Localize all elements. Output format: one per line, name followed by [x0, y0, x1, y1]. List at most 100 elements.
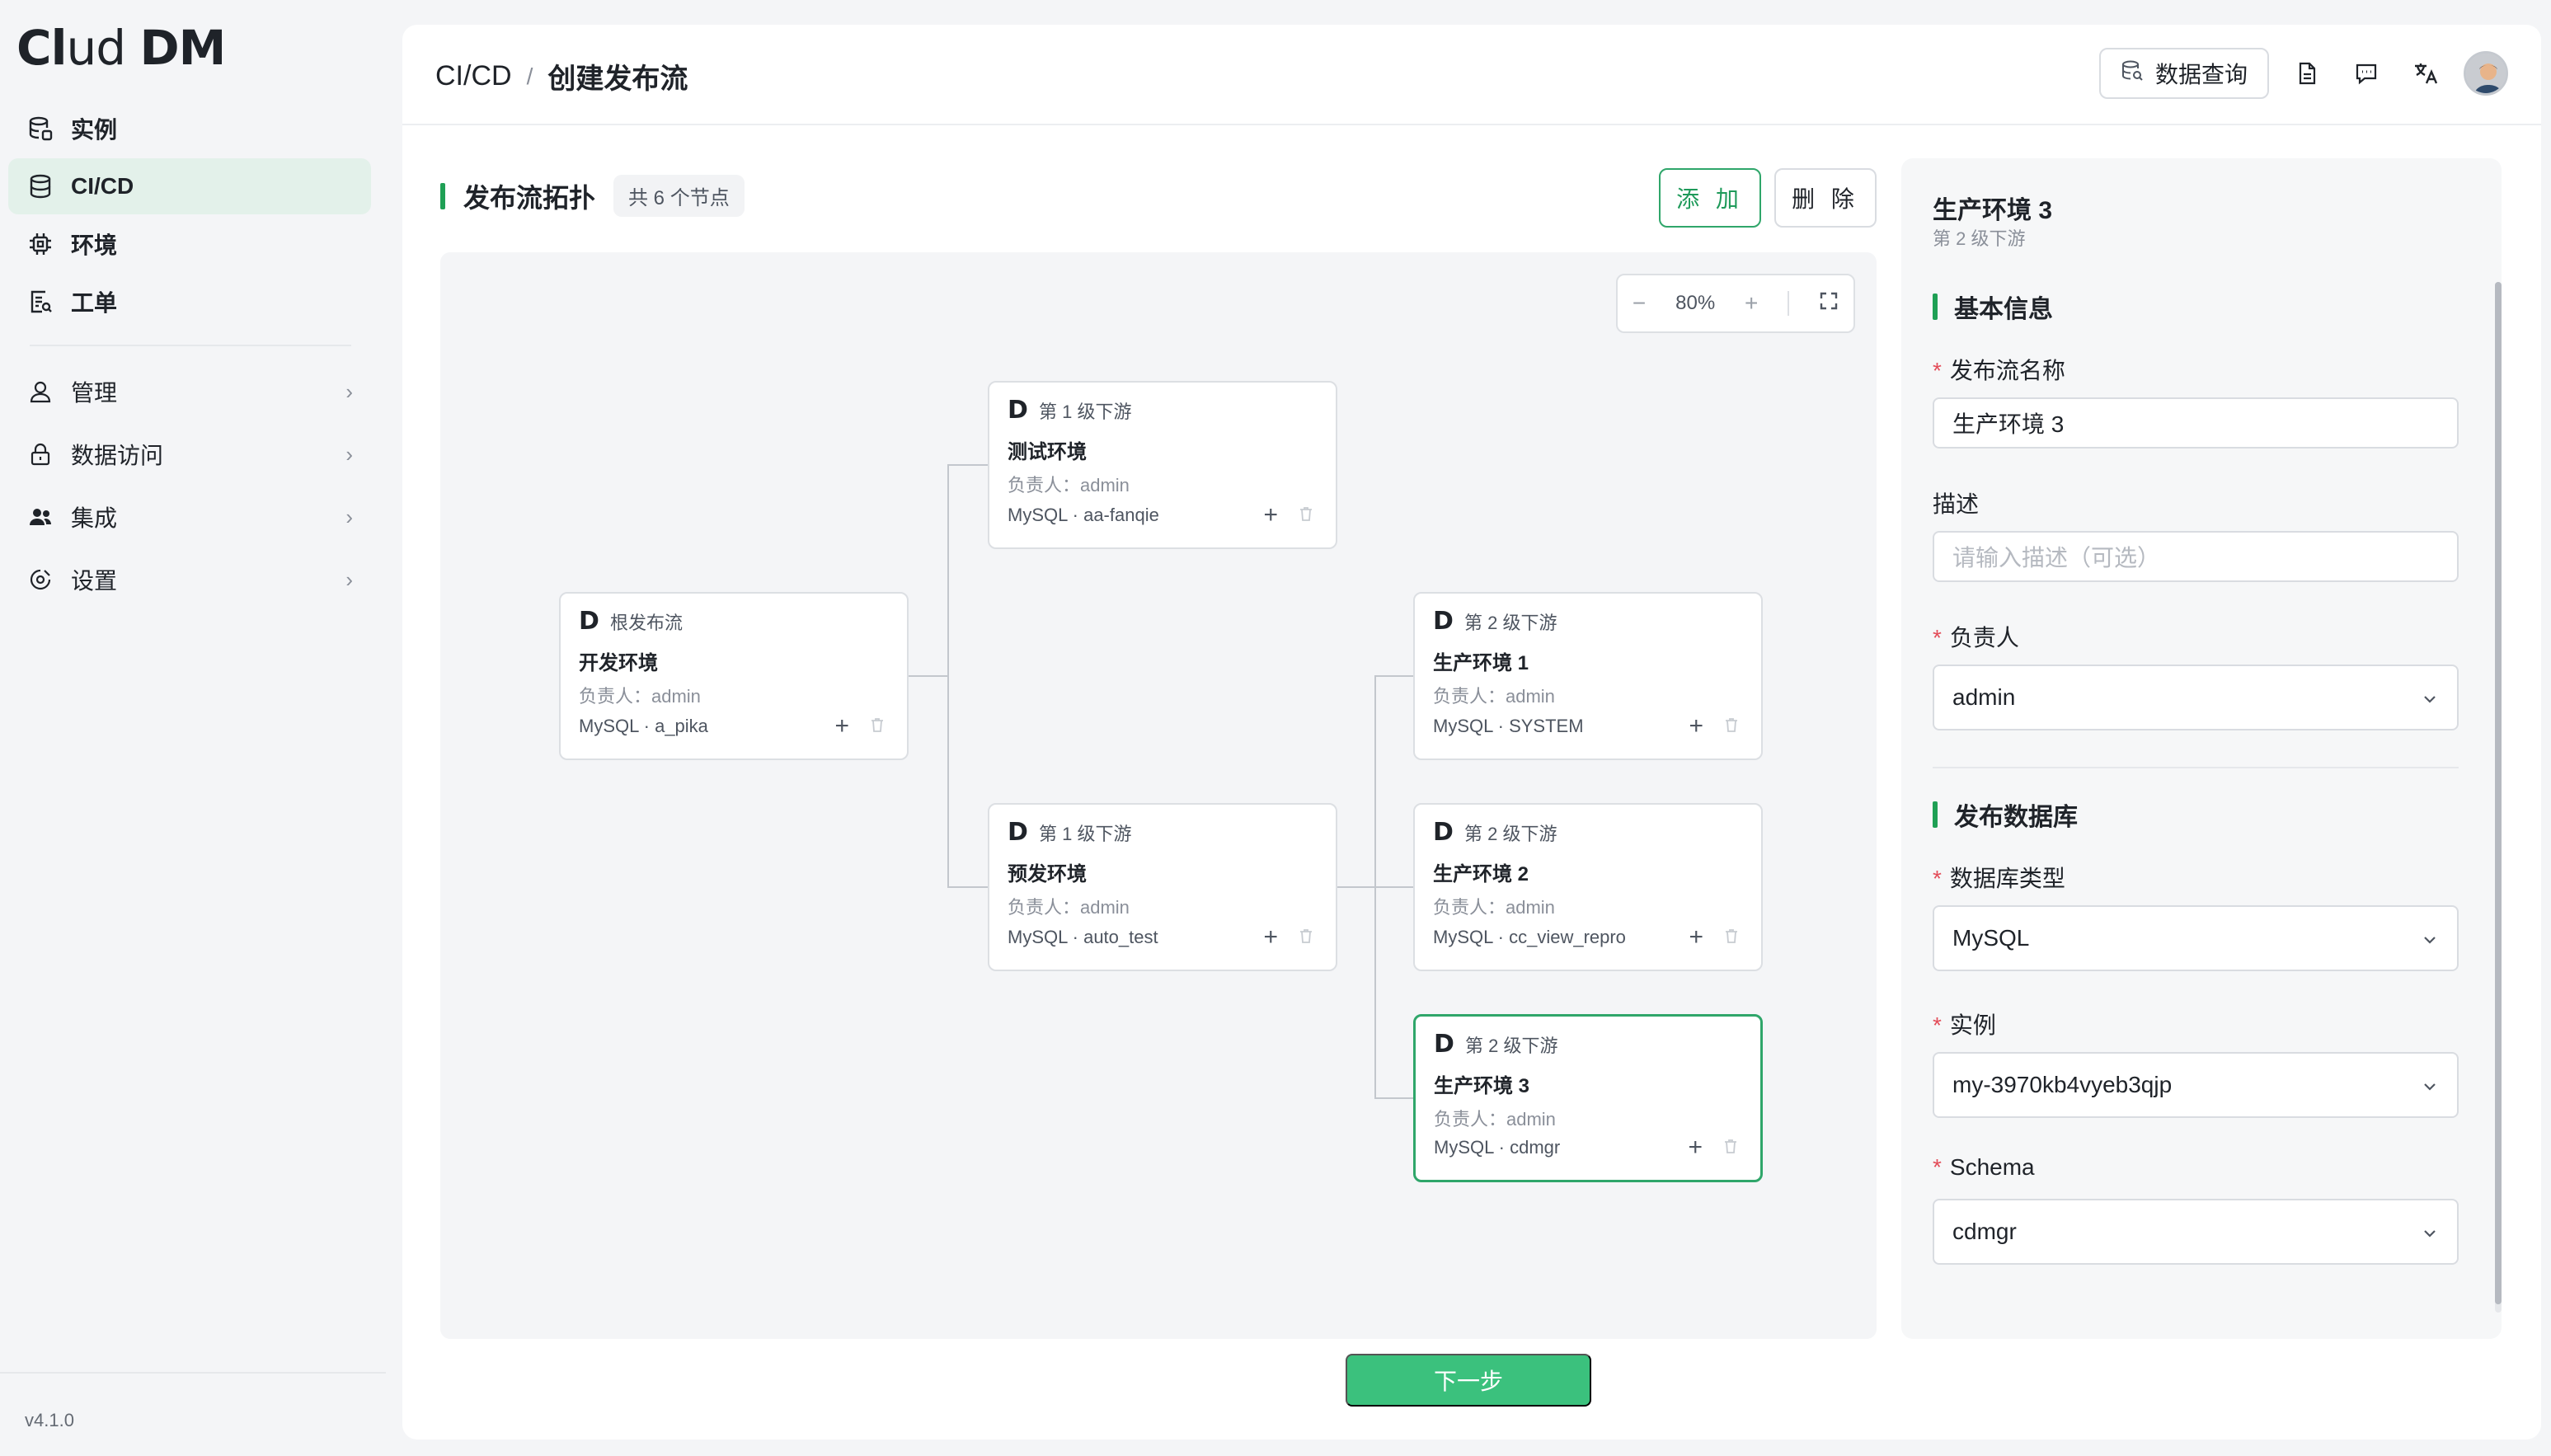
sidebar-item-environments[interactable]: 环境 [8, 216, 371, 272]
zoom-level: 80% [1675, 292, 1716, 314]
breadcrumb-separator: / [526, 63, 533, 89]
schema-select[interactable]: cdmgr [1933, 1199, 2459, 1265]
sidebar-item-tickets[interactable]: 工单 [8, 274, 371, 330]
app-logo[interactable]: Clud DM [16, 20, 226, 76]
node-owner: 负责人：admin [1433, 897, 1555, 918]
trash-icon[interactable] [871, 717, 884, 736]
translate-icon[interactable] [2404, 52, 2447, 95]
sidebar-item-cicd[interactable]: CI/CD [8, 158, 371, 214]
topology-canvas[interactable]: − 80% + D 根发布流 开发环境 负责人：admin MySQL · a_p… [440, 252, 1877, 1339]
app-version: v4.1.0 [0, 1372, 386, 1456]
node-detail-panel: 生产环境 3 第 2 级下游 基本信息 * 发布流名称 生产环境 3 描述 请输入… [1901, 158, 2502, 1339]
delete-node-button[interactable]: 删 除 [1774, 168, 1877, 228]
add-child-icon[interactable]: + [1689, 923, 1703, 951]
chip-icon [26, 230, 54, 258]
add-child-icon[interactable]: + [1263, 501, 1278, 529]
node-count-badge: 共 6 个节点 [613, 175, 745, 217]
node-name: 预发环境 [1008, 863, 1087, 885]
zoom-in-button[interactable]: + [1745, 290, 1758, 317]
lock-icon [26, 440, 54, 468]
schema-label: * Schema [1933, 1154, 2035, 1180]
section-divider [1933, 767, 2459, 768]
section-basic-info: 基本信息 [1933, 289, 2053, 325]
scrollbar-thumb[interactable] [2495, 282, 2502, 1304]
data-query-button[interactable]: 数据查询 [2098, 48, 2269, 99]
flow-node-staging[interactable]: D第 1 级下游 预发环境 负责人：admin MySQL · auto_tes… [988, 803, 1337, 971]
panel-subtitle: 第 2 级下游 [1933, 228, 2026, 249]
settings-icon [26, 566, 54, 594]
dm-logo-icon: D [1433, 607, 1454, 636]
dm-logo-icon: D [1433, 818, 1454, 847]
description-label: 描述 [1933, 491, 1980, 517]
topology-title: 发布流拓扑 [463, 182, 596, 213]
document-icon[interactable] [2286, 52, 2328, 95]
node-name: 生产环境 1 [1433, 652, 1529, 674]
team-icon [26, 503, 54, 531]
chevron-down-icon [2421, 925, 2439, 951]
sidebar-item-integrations[interactable]: 集成 › [8, 486, 371, 547]
node-owner: 负责人：admin [1008, 897, 1130, 918]
dm-logo-icon: D [1008, 396, 1028, 425]
avatar[interactable] [2464, 51, 2508, 96]
flow-node-test[interactable]: D第 1 级下游 测试环境 负责人：admin MySQL · aa-fanqi… [988, 381, 1337, 549]
node-owner: 负责人：admin [1434, 1109, 1556, 1130]
node-database: MySQL · SYSTEM [1433, 716, 1584, 736]
flow-name-input[interactable]: 生产环境 3 [1933, 397, 2459, 449]
sidebar-item-instances[interactable]: 实例 [8, 101, 371, 157]
db-type-select[interactable]: MySQL [1933, 905, 2459, 971]
node-database: MySQL · auto_test [1008, 927, 1158, 947]
section-accent-bar [1933, 294, 1938, 320]
chevron-down-icon [2421, 684, 2439, 711]
node-owner: 负责人：admin [579, 686, 701, 707]
user-icon [26, 378, 54, 406]
node-name: 测试环境 [1008, 441, 1087, 463]
section-accent-bar [1933, 801, 1938, 828]
flow-node-prod-2[interactable]: D第 2 级下游 生产环境 2 负责人：admin MySQL · cc_vie… [1413, 803, 1763, 971]
page-header: CI/CD / 创建发布流 数据查询 [402, 25, 2541, 125]
add-child-icon[interactable]: + [1689, 712, 1703, 740]
chevron-down-icon [2421, 1072, 2439, 1098]
owner-label: * 负责人 [1933, 625, 2019, 651]
trash-icon[interactable] [1725, 928, 1738, 947]
sidebar-nav: 实例 CI/CD 环境 工单 管理 › 数据访问 › 集成 › 设置 › [8, 101, 371, 612]
zoom-control: − 80% + [1616, 274, 1855, 333]
chevron-right-icon: › [345, 504, 353, 529]
flow-node-prod-1[interactable]: D第 2 级下游 生产环境 1 负责人：admin MySQL · SYSTEM… [1413, 592, 1763, 760]
node-database: MySQL · cc_view_repro [1433, 927, 1626, 947]
flow-name-label: * 发布流名称 [1933, 358, 2065, 383]
database-icon [26, 172, 54, 200]
chevron-down-icon [2421, 1219, 2439, 1245]
description-input[interactable]: 请输入描述（可选） [1933, 531, 2459, 582]
trash-icon[interactable] [1299, 928, 1313, 947]
trash-icon[interactable] [1299, 506, 1313, 525]
instance-select[interactable]: my-3970kb4vyeb3qjp [1933, 1052, 2459, 1118]
zoom-out-button[interactable]: − [1633, 290, 1646, 317]
header-actions: 数据查询 [2098, 48, 2508, 99]
sidebar-item-admin[interactable]: 管理 › [8, 361, 371, 422]
breadcrumb-root[interactable]: CI/CD [435, 60, 512, 92]
chevron-right-icon: › [345, 378, 353, 404]
section-release-db: 发布数据库 [1933, 796, 2078, 833]
add-child-icon[interactable]: + [834, 712, 849, 740]
node-name: 生产环境 2 [1433, 863, 1529, 885]
trash-icon[interactable] [1725, 717, 1738, 736]
instance-label: * 实例 [1933, 1012, 1996, 1038]
add-child-icon[interactable]: + [1263, 923, 1278, 951]
main-panel: CI/CD / 创建发布流 数据查询 发布流拓扑 共 6 个节点 添 加 删 除… [402, 25, 2541, 1440]
next-step-button[interactable]: 下一步 [1346, 1354, 1591, 1407]
sidebar-item-data-access[interactable]: 数据访问 › [8, 424, 371, 485]
fullscreen-icon[interactable] [1819, 291, 1839, 317]
panel-title: 生产环境 3 [1933, 197, 2053, 224]
chat-icon[interactable] [2345, 52, 2388, 95]
flow-node-dev[interactable]: D 根发布流 开发环境 负责人：admin MySQL · a_pika + [559, 592, 909, 760]
node-name: 开发环境 [579, 652, 658, 674]
sidebar-item-settings[interactable]: 设置 › [8, 549, 371, 610]
add-node-button[interactable]: 添 加 [1659, 168, 1761, 228]
trash-icon[interactable] [1724, 1139, 1737, 1158]
zoom-divider [1788, 291, 1790, 316]
owner-select[interactable]: admin [1933, 665, 2459, 730]
database-stack-icon [26, 115, 54, 143]
add-child-icon[interactable]: + [1688, 1134, 1703, 1162]
breadcrumb: CI/CD / 创建发布流 [435, 56, 688, 96]
flow-node-prod-3[interactable]: D第 2 级下游 生产环境 3 负责人：admin MySQL · cdmgr … [1413, 1014, 1763, 1182]
